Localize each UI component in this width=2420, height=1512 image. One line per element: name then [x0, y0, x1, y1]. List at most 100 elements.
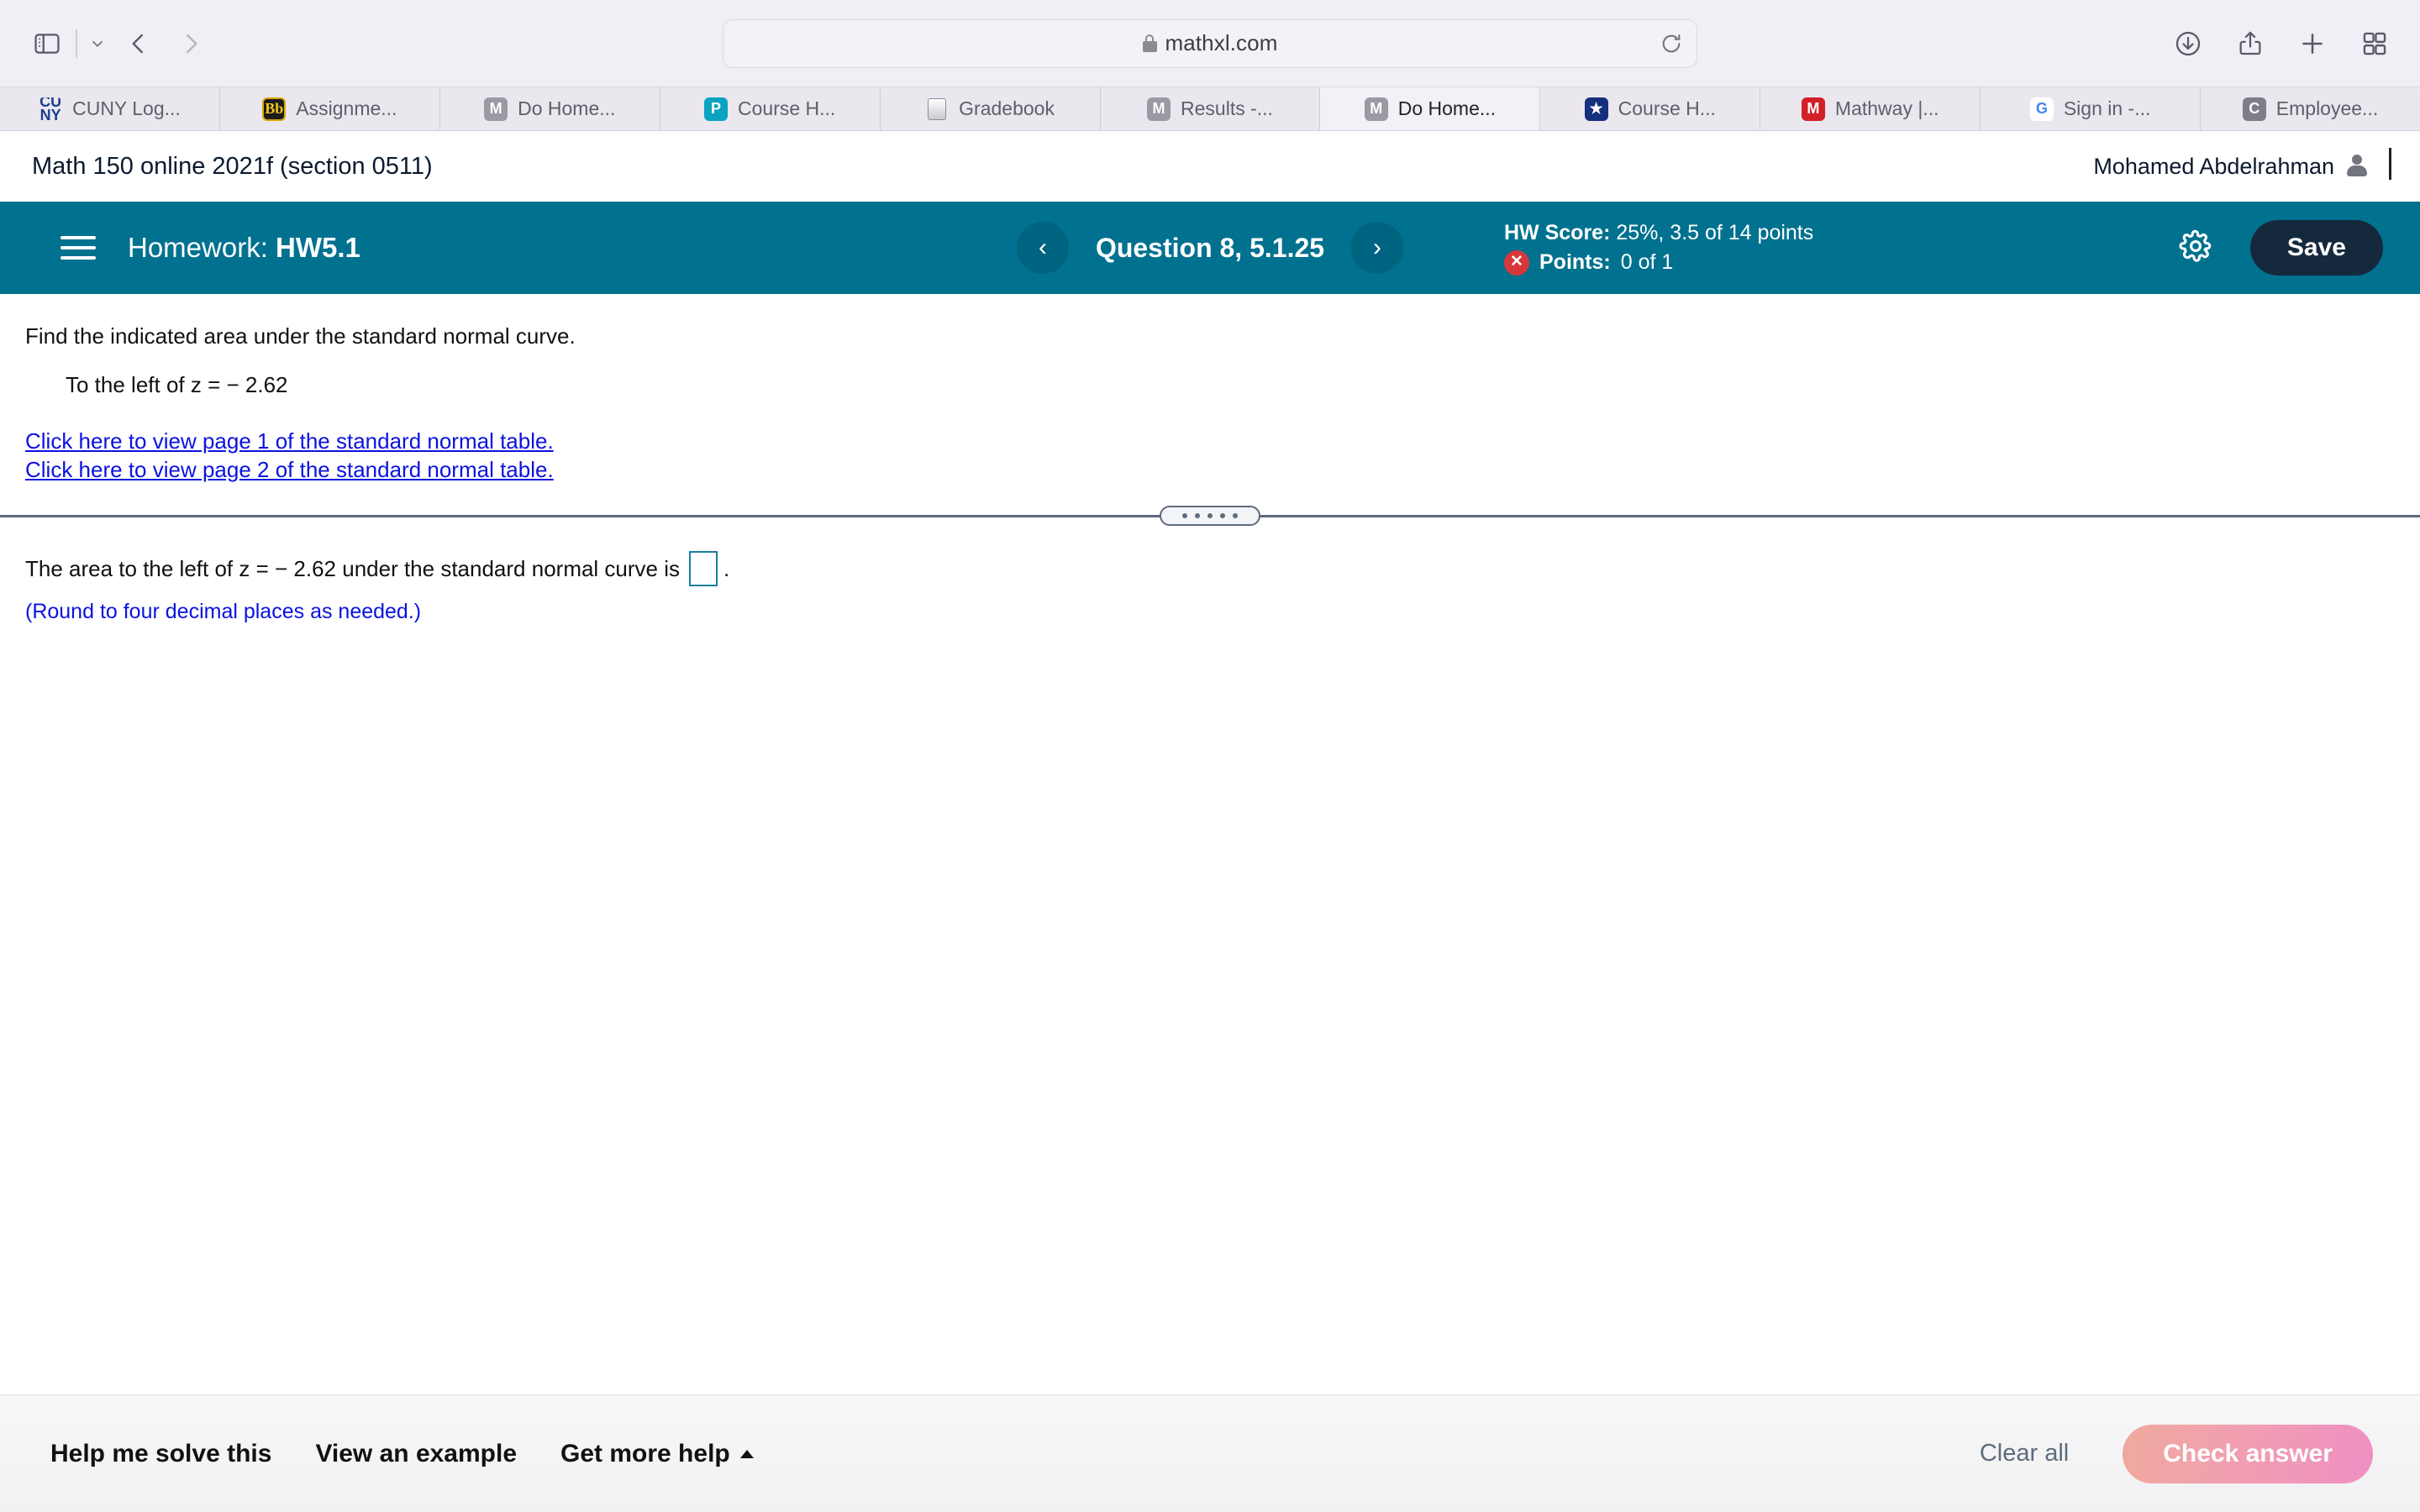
- cuny-favicon: CU NY: [39, 97, 62, 121]
- question-links: Click here to view page 1 of the standar…: [25, 427, 2420, 485]
- browser-tab-gradebook[interactable]: Gradebook: [880, 87, 1101, 130]
- incorrect-x-icon: ✕: [1504, 249, 1529, 276]
- question-body: Find the indicated area under the standa…: [0, 294, 2420, 485]
- mathxl-favicon: M: [484, 97, 508, 121]
- user-name: Mohamed Abdelrahman: [2093, 153, 2334, 179]
- address-bar-container: mathxl.com: [723, 18, 1697, 68]
- tab-label: Do Home...: [518, 97, 616, 119]
- c-favicon: C: [2242, 97, 2266, 121]
- browser-chrome: mathxl.com CU NY CUNY Log... Bb Assignme…: [0, 0, 2420, 131]
- tab-bar: CU NY CUNY Log... Bb Assignme... M Do Hom…: [0, 87, 2420, 130]
- answer-rounding-note: (Round to four decimal places as needed.…: [25, 600, 422, 624]
- browser-tab-assignments[interactable]: Bb Assignme...: [219, 87, 440, 130]
- points-value: 0 of 1: [1620, 250, 1674, 274]
- tab-label: Do Home...: [1397, 97, 1497, 119]
- downloads-icon[interactable]: [2165, 20, 2212, 67]
- browser-tab-mathway[interactable]: M Mathway |...: [1760, 87, 1981, 130]
- hamburger-menu-icon[interactable]: [60, 236, 96, 260]
- browser-tab-course-home-2[interactable]: ★ Course H...: [1540, 87, 1761, 130]
- toolbar-divider: [76, 29, 77, 58]
- tab-label: Results -...: [1181, 97, 1273, 119]
- user-account[interactable]: Mohamed Abdelrahman: [2093, 154, 2368, 180]
- browser-tab-cuny-login[interactable]: CU NY CUNY Log...: [0, 87, 220, 130]
- get-more-help-button[interactable]: Get more help: [560, 1440, 754, 1468]
- help-links: Help me solve this View an example Get m…: [50, 1440, 754, 1468]
- answer-text-before: The area to the left of z = − 2.62 under…: [25, 555, 681, 581]
- answer-text-after: .: [723, 555, 730, 581]
- page-title: Math 150 online 2021f (section 0511): [32, 152, 433, 180]
- share-icon[interactable]: [2227, 20, 2274, 67]
- lock-icon: [1142, 34, 1157, 52]
- question-prompt: Find the indicated area under the standa…: [25, 323, 576, 349]
- points-row: ✕ Points: 0 of 1: [1504, 248, 1813, 278]
- forward-button[interactable]: [165, 20, 217, 67]
- mathxl-favicon: M: [1364, 97, 1388, 121]
- browser-toolbar: mathxl.com: [0, 0, 2420, 87]
- clear-all-button[interactable]: Clear all: [1980, 1440, 2069, 1467]
- tab-label: Employee...: [2275, 97, 2379, 119]
- answer-area: The area to the left of z = − 2.62 under…: [0, 526, 2420, 624]
- reload-icon[interactable]: [1660, 32, 1683, 55]
- homework-label: Homework:: [128, 232, 268, 263]
- bottom-toolbar: Help me solve this View an example Get m…: [0, 1394, 2420, 1512]
- person-icon: [2346, 155, 2368, 178]
- assignment-name: HW5.1: [276, 232, 360, 263]
- address-bar-content: mathxl.com: [1142, 30, 1278, 56]
- mathway-favicon: M: [1801, 97, 1825, 121]
- text-cursor: [2389, 148, 2391, 180]
- back-button[interactable]: [113, 20, 165, 67]
- tab-label: Mathway |...: [1834, 97, 1939, 119]
- toolbar-left-group: [24, 20, 217, 67]
- homework-title: Homework: HW5.1: [128, 232, 360, 264]
- previous-question-button[interactable]: ‹: [1016, 222, 1069, 274]
- help-link-label: Help me solve this: [50, 1439, 272, 1467]
- points-label: Points:: [1539, 250, 1611, 274]
- help-link-label: Get more help: [560, 1439, 730, 1467]
- browser-tab-course-home-1[interactable]: P Course H...: [660, 87, 881, 130]
- document-favicon: [925, 97, 949, 121]
- tab-label: Sign in -...: [2063, 97, 2151, 119]
- next-question-button[interactable]: ›: [1351, 222, 1404, 274]
- browser-tab-google-signin[interactable]: G Sign in -...: [1981, 87, 2202, 130]
- homework-toolbar-right: Save: [2178, 220, 2383, 276]
- google-favicon: G: [2029, 97, 2054, 121]
- save-button[interactable]: Save: [2249, 220, 2383, 276]
- pearson-favicon: P: [704, 97, 728, 121]
- help-link-label: View an example: [315, 1439, 518, 1467]
- star-shield-favicon: ★: [1584, 97, 1608, 121]
- blackboard-favicon: Bb: [262, 97, 287, 121]
- view-an-example-button[interactable]: View an example: [315, 1440, 517, 1468]
- bottom-toolbar-right: Clear all Check answer: [1980, 1424, 2373, 1483]
- tab-label: Course H...: [738, 97, 836, 119]
- browser-tab-employee[interactable]: C Employee...: [2201, 87, 2420, 130]
- normal-table-page1-link[interactable]: Click here to view page 1 of the standar…: [25, 427, 2420, 455]
- normal-table-page2-link[interactable]: Click here to view page 2 of the standar…: [25, 455, 2420, 484]
- question-label: Question 8, 5.1.25: [1095, 232, 1325, 263]
- chevron-down-icon[interactable]: [82, 20, 113, 67]
- new-tab-icon[interactable]: [2289, 20, 2336, 67]
- tab-label: Assignme...: [296, 97, 397, 119]
- chevron-up-icon: [739, 1449, 754, 1458]
- check-answer-button[interactable]: Check answer: [2123, 1424, 2373, 1483]
- question-detail: To the left of z = − 2.62: [66, 371, 288, 397]
- tab-overview-icon[interactable]: [2351, 20, 2398, 67]
- hw-score-row: HW Score: 25%, 3.5 of 14 points: [1504, 218, 1813, 249]
- browser-tab-do-homework-active[interactable]: M Do Home...: [1320, 87, 1541, 130]
- help-me-solve-this-button[interactable]: Help me solve this: [50, 1440, 271, 1468]
- answer-input[interactable]: [689, 551, 718, 587]
- tab-label: CUNY Log...: [72, 97, 181, 119]
- url-text: mathxl.com: [1165, 30, 1278, 55]
- browser-tab-results[interactable]: M Results -...: [1100, 87, 1321, 130]
- gear-icon[interactable]: [2178, 228, 2213, 268]
- tab-label: Gradebook: [959, 97, 1055, 119]
- panel-splitter[interactable]: [0, 506, 2420, 527]
- sidebar-toggle-icon[interactable]: [24, 20, 71, 67]
- toolbar-right-group: [2165, 20, 2398, 67]
- splitter-handle[interactable]: [1160, 506, 1260, 527]
- browser-tab-do-homework-1[interactable]: M Do Home...: [439, 87, 660, 130]
- page-header: Math 150 online 2021f (section 0511) Moh…: [0, 131, 2420, 202]
- hw-score-label: HW Score:: [1504, 220, 1611, 244]
- question-navigation: ‹ Question 8, 5.1.25 ›: [1016, 222, 1404, 274]
- homework-toolbar: Homework: HW5.1 ‹ Question 8, 5.1.25 › H…: [0, 202, 2420, 294]
- address-bar[interactable]: mathxl.com: [723, 18, 1697, 68]
